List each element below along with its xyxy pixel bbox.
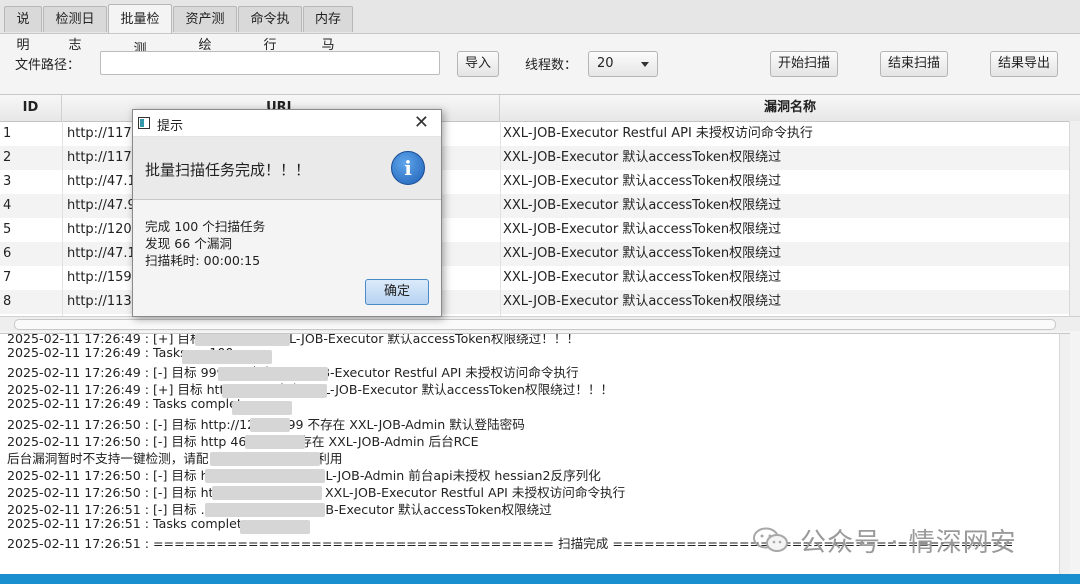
- cell-id: 5: [3, 222, 12, 237]
- redaction-blur: [205, 503, 325, 517]
- threads-label: 线程数：: [525, 58, 578, 73]
- column-header-vuln[interactable]: 漏洞名称: [500, 95, 1080, 121]
- chevron-down-icon: [641, 62, 649, 67]
- cell-vuln-name: XXL-JOB-Executor 默认accessToken权限绕过: [503, 294, 782, 309]
- redaction-blur: [205, 469, 325, 483]
- cell-vuln-name: XXL-JOB-Executor 默认accessToken权限绕过: [503, 174, 782, 189]
- redaction-blur: [218, 367, 328, 381]
- cell-vuln-name: XXL-JOB-Executor 默认accessToken权限绕过: [503, 198, 782, 213]
- cell-id: 4: [3, 198, 12, 213]
- start-scan-button[interactable]: 开始扫描: [770, 51, 838, 77]
- scan-duration-text: 扫描耗时: 00:00:15: [145, 253, 261, 268]
- ok-button[interactable]: 确定: [365, 279, 429, 305]
- scrollbar-thumb[interactable]: [14, 319, 1056, 330]
- dialog-body: 完成 100 个扫描任务 发现 66 个漏洞 扫描耗时: 00:00:15: [145, 218, 265, 269]
- log-line: 2025-02-11 17:26:49 : Tasks complet: [7, 396, 242, 412]
- redaction-blur: [182, 350, 272, 364]
- cell-vuln-name: XXL-JOB-Executor 默认accessToken权限绕过: [503, 222, 782, 237]
- tab-detection-log[interactable]: 检测日志: [43, 6, 107, 53]
- cell-id: 8: [3, 294, 12, 309]
- tab-batch-detection[interactable]: 批量检测: [108, 4, 172, 57]
- cell-id: 3: [3, 174, 12, 189]
- redaction-blur: [212, 486, 322, 500]
- redaction-blur: [250, 418, 290, 432]
- dialog-header-text: 批量扫描任务完成！！！: [145, 161, 311, 179]
- cell-id: 2: [3, 150, 12, 165]
- redaction-blur: [232, 401, 292, 415]
- info-icon: i: [391, 151, 425, 185]
- log-line: 2025-02-11 17:26:51 : Tasks complete: [7, 516, 250, 532]
- export-results-button[interactable]: 结果导出: [990, 51, 1058, 77]
- tab-memory-shell[interactable]: 内存马: [303, 6, 353, 53]
- redaction-blur: [245, 435, 305, 449]
- cell-id: 7: [3, 270, 12, 285]
- watermark-text: 公众号 · 情深网安: [800, 528, 1017, 558]
- stop-scan-button[interactable]: 结束扫描: [880, 51, 948, 77]
- threads-value: 20: [597, 56, 614, 71]
- dialog-titlebar: 提示 ✕: [133, 110, 441, 137]
- cell-vuln-name: XXL-JOB-Executor 默认accessToken权限绕过: [503, 150, 782, 165]
- bottom-status-bar: [0, 574, 1080, 584]
- redaction-blur: [210, 452, 320, 466]
- tab-instructions[interactable]: 说明: [4, 6, 42, 53]
- import-button[interactable]: 导入: [457, 51, 499, 77]
- threads-select[interactable]: 20: [588, 51, 658, 77]
- app-icon: [138, 117, 150, 129]
- dialog-title: 提示: [157, 119, 184, 134]
- tab-command-exec[interactable]: 命令执行: [238, 6, 302, 53]
- log-vertical-scrollbar[interactable]: [1059, 334, 1070, 574]
- table-vertical-scrollbar[interactable]: [1069, 121, 1080, 317]
- vulns-found-text: 发现 66 个漏洞: [145, 236, 233, 251]
- redaction-blur: [222, 384, 327, 398]
- cell-id: 6: [3, 246, 12, 261]
- tab-asset-mapping[interactable]: 资产测绘: [173, 6, 237, 53]
- close-icon[interactable]: ✕: [414, 112, 429, 133]
- wechat-icon: [753, 527, 788, 552]
- dialog-header: 批量扫描任务完成！！！ i: [133, 137, 441, 200]
- cell-vuln-name: XXL-JOB-Executor Restful API 未授权访问命令执行: [503, 126, 813, 141]
- tasks-completed-text: 完成 100 个扫描任务: [145, 219, 266, 234]
- tab-bar: 说明 检测日志 批量检测 资产测绘 命令执行 内存马: [0, 0, 1080, 57]
- cell-vuln-name: XXL-JOB-Executor 默认accessToken权限绕过: [503, 270, 782, 285]
- table-horizontal-scrollbar[interactable]: [0, 316, 1080, 331]
- info-dialog: 提示 ✕ 批量扫描任务完成！！！ i 完成 100 个扫描任务 发现 66 个漏…: [132, 109, 442, 317]
- file-path-label: 文件路径：: [15, 58, 81, 73]
- file-path-input[interactable]: [100, 51, 440, 75]
- redaction-blur: [195, 334, 290, 346]
- column-header-id[interactable]: ID: [0, 95, 62, 121]
- cell-vuln-name: XXL-JOB-Executor 默认accessToken权限绕过: [503, 246, 782, 261]
- cell-id: 1: [3, 126, 12, 141]
- redaction-blur: [240, 520, 310, 534]
